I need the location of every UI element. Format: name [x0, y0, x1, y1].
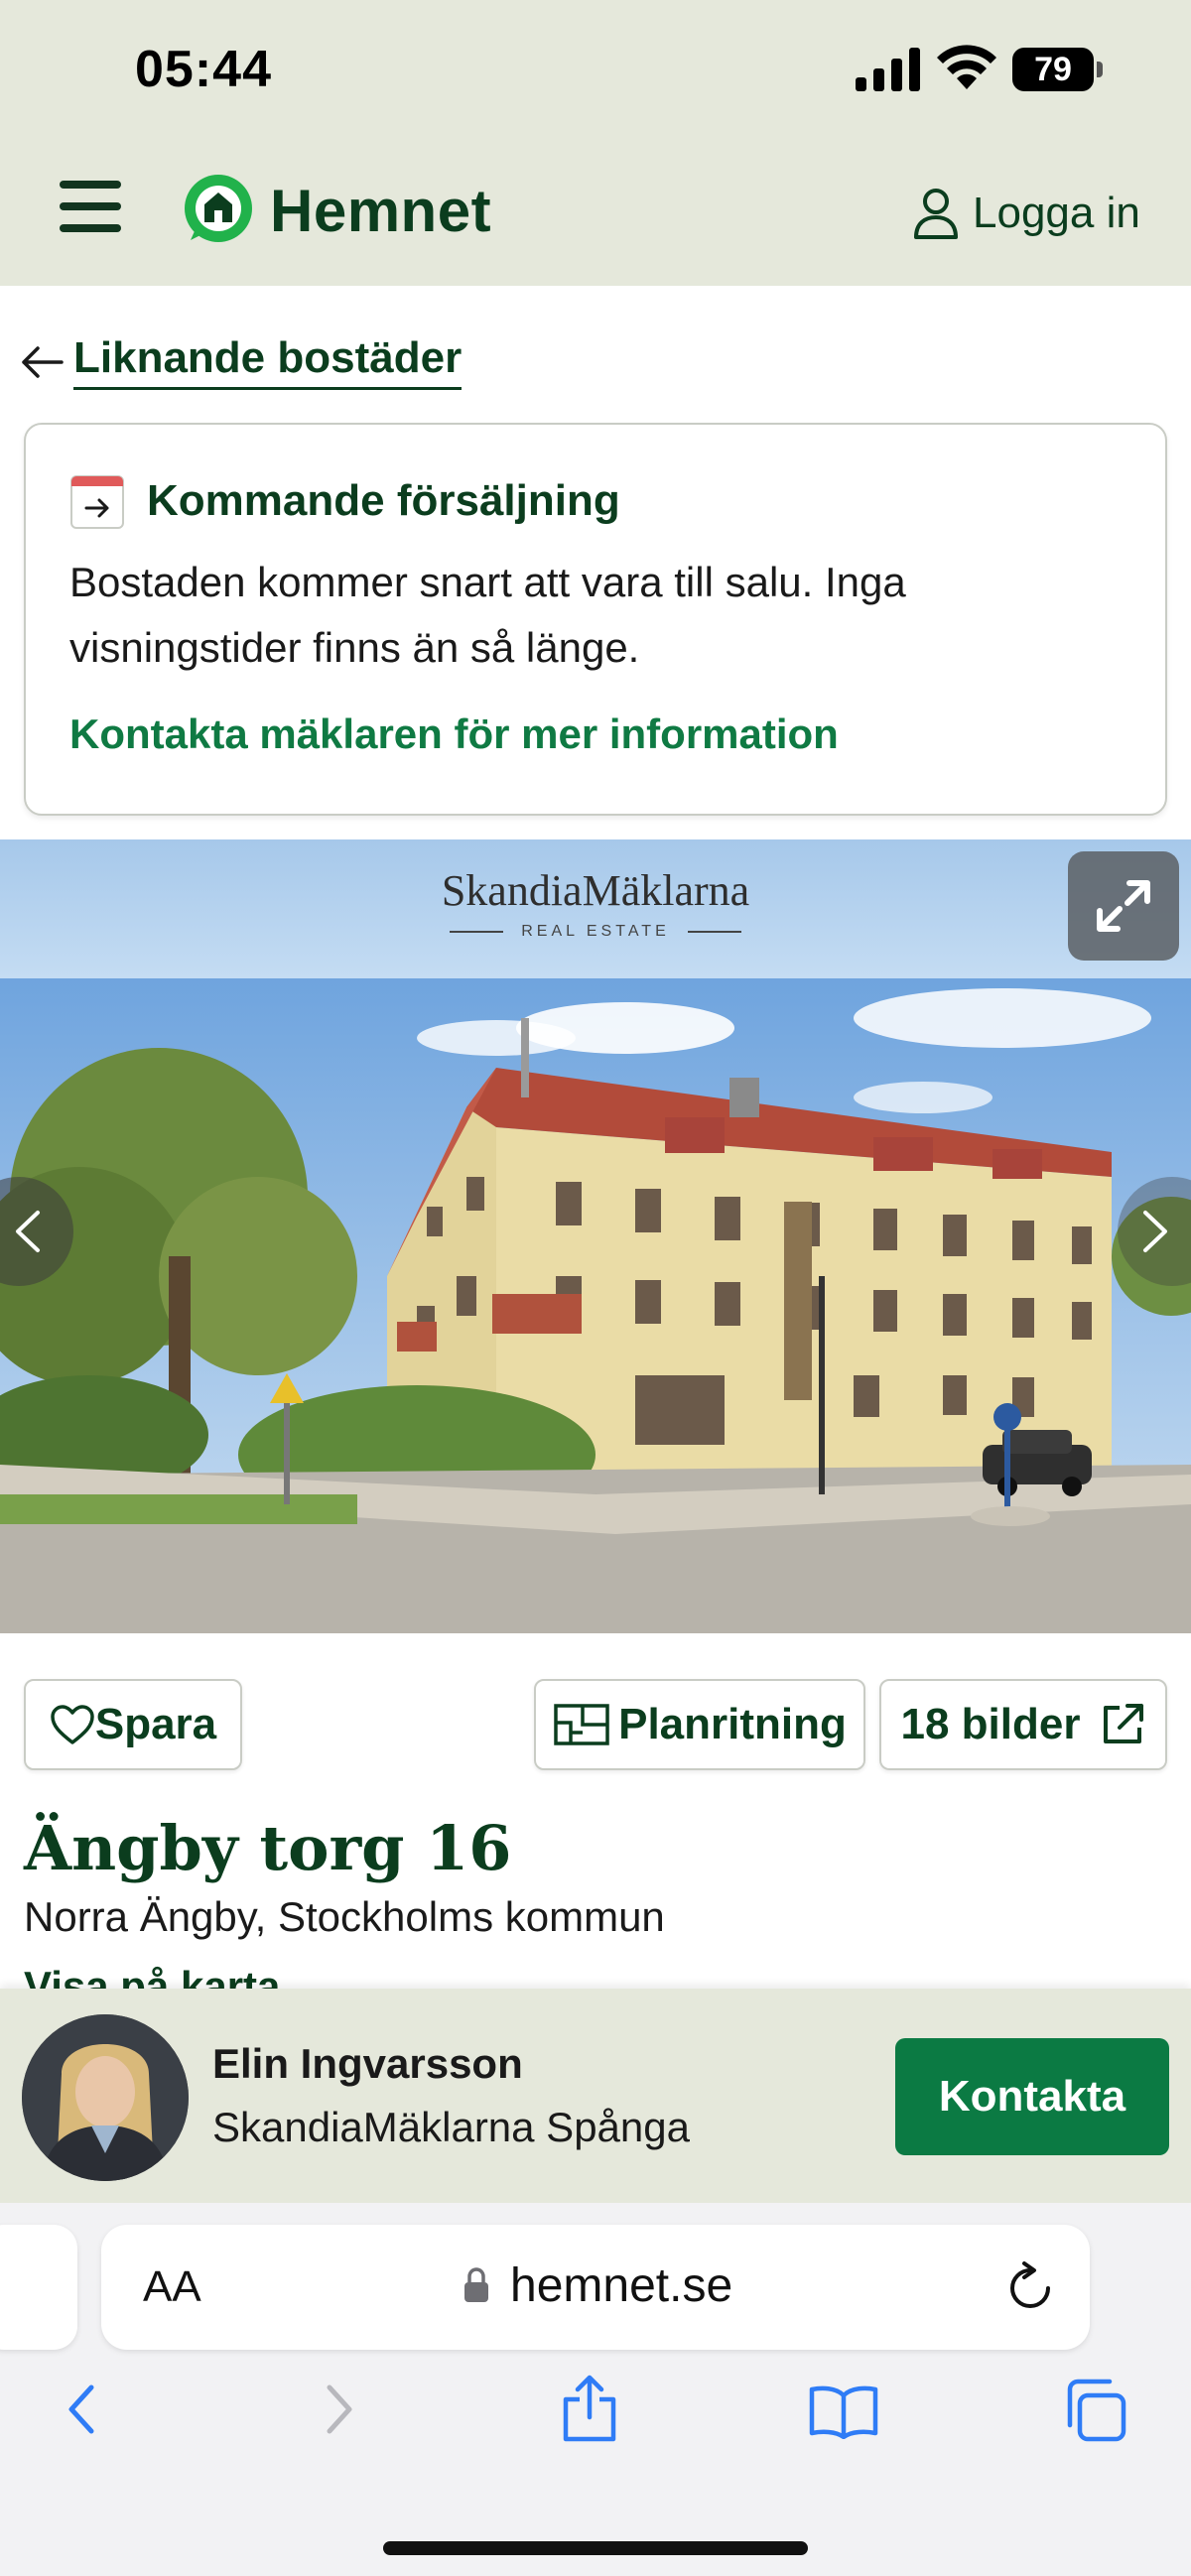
listing-area: Norra Ängby, Stockholms kommun	[24, 1893, 665, 1940]
property-photo[interactable]	[0, 978, 1191, 1633]
brand-name: Hemnet	[270, 177, 492, 244]
back-link-label: Liknande bostäder	[73, 333, 463, 390]
save-label: Spara	[94, 1700, 217, 1748]
chevron-right-icon	[1143, 1211, 1167, 1252]
contact-button[interactable]: Kontakta	[895, 2038, 1169, 2155]
agent-name: Elin Ingvarsson	[212, 2040, 523, 2087]
home-indicator	[383, 2541, 808, 2555]
login-label: Logga in	[973, 189, 1140, 237]
property-gallery[interactable]: SkandiaMäklarna REAL ESTATE	[0, 839, 1191, 1633]
calendar-arrow-icon	[70, 475, 124, 529]
hemnet-logo[interactable]: Hemnet	[177, 169, 491, 252]
battery-icon: 79	[1012, 48, 1104, 91]
battery-tip	[1097, 62, 1103, 77]
notice-title: Kommande försäljning	[147, 476, 620, 525]
battery-level: 79	[1012, 48, 1094, 91]
person-icon	[914, 189, 958, 239]
agency-banner: SkandiaMäklarna REAL ESTATE	[0, 839, 1191, 978]
url-text[interactable]: hemnet.se	[510, 2258, 732, 2313]
status-time: 05:44	[135, 41, 272, 98]
agent-bar: Elin Ingvarsson SkandiaMäklarna Spånga K…	[0, 1989, 1191, 2203]
notice-text: Bostaden kommer snart att vara till salu…	[69, 559, 906, 671]
agency-banner-sub-text: REAL ESTATE	[521, 923, 670, 940]
contact-agent-link[interactable]: Kontakta mäklaren för mer information	[69, 710, 839, 758]
reload-icon[interactable]	[1004, 2260, 1056, 2314]
browser-chrome: AA hemnet.se	[0, 2203, 1191, 2576]
agency-banner-brand: SkandiaMäklarna	[441, 866, 750, 915]
heart-icon	[51, 1705, 94, 1744]
save-button[interactable]: Spara	[24, 1679, 242, 1770]
login-button[interactable]: Logga in	[913, 179, 1140, 248]
agency-banner-sub: REAL ESTATE	[0, 923, 1191, 941]
upcoming-sale-notice: Kommande försäljning Bostaden kommer sna…	[24, 423, 1167, 816]
similar-homes-link[interactable]: Liknande bostäder	[20, 333, 463, 390]
share-icon[interactable]	[558, 2374, 621, 2443]
cellular-signal-icon	[856, 48, 920, 91]
expand-icon	[1097, 880, 1150, 932]
status-bar: 05:44 79	[0, 0, 1191, 139]
bookmarks-icon[interactable]	[808, 2383, 879, 2439]
floorplan-icon	[554, 1704, 609, 1745]
agent-avatar	[22, 2014, 189, 2181]
agent-office: SkandiaMäklarna Spånga	[212, 2104, 690, 2150]
photos-button[interactable]: 18 bilder	[879, 1679, 1167, 1770]
wifi-icon	[937, 45, 996, 89]
back-icon[interactable]	[62, 2382, 101, 2437]
hemnet-logo-icon	[185, 175, 252, 242]
hamburger-menu-icon[interactable]	[60, 181, 121, 236]
photos-label: 18 bilder	[900, 1700, 1081, 1748]
previous-tab-preview[interactable]	[0, 2225, 77, 2350]
top-area: 05:44 79 Hemnet Logga in	[0, 0, 1191, 286]
expand-gallery-button[interactable]	[1068, 851, 1179, 961]
chevron-left-icon	[16, 1211, 40, 1252]
tabs-icon[interactable]	[1062, 2378, 1127, 2443]
text-size-label: AA	[143, 2262, 201, 2311]
notice-header: Kommande försäljning	[69, 472, 620, 530]
lock-icon	[464, 2267, 488, 2302]
address-bar[interactable]: AA hemnet.se	[101, 2225, 1090, 2350]
floorplan-label: Planritning	[618, 1700, 847, 1748]
forward-icon[interactable]	[320, 2382, 359, 2437]
arrow-left-icon	[22, 345, 64, 378]
floorplan-button[interactable]: Planritning	[534, 1679, 865, 1770]
listing-address: Ängby torg 16	[24, 1812, 512, 1884]
text-size-button[interactable]: AA	[143, 2262, 201, 2312]
site-header: Hemnet Logga in	[0, 139, 1191, 286]
agent-portrait	[22, 2014, 189, 2181]
external-link-icon	[1104, 1704, 1144, 1743]
